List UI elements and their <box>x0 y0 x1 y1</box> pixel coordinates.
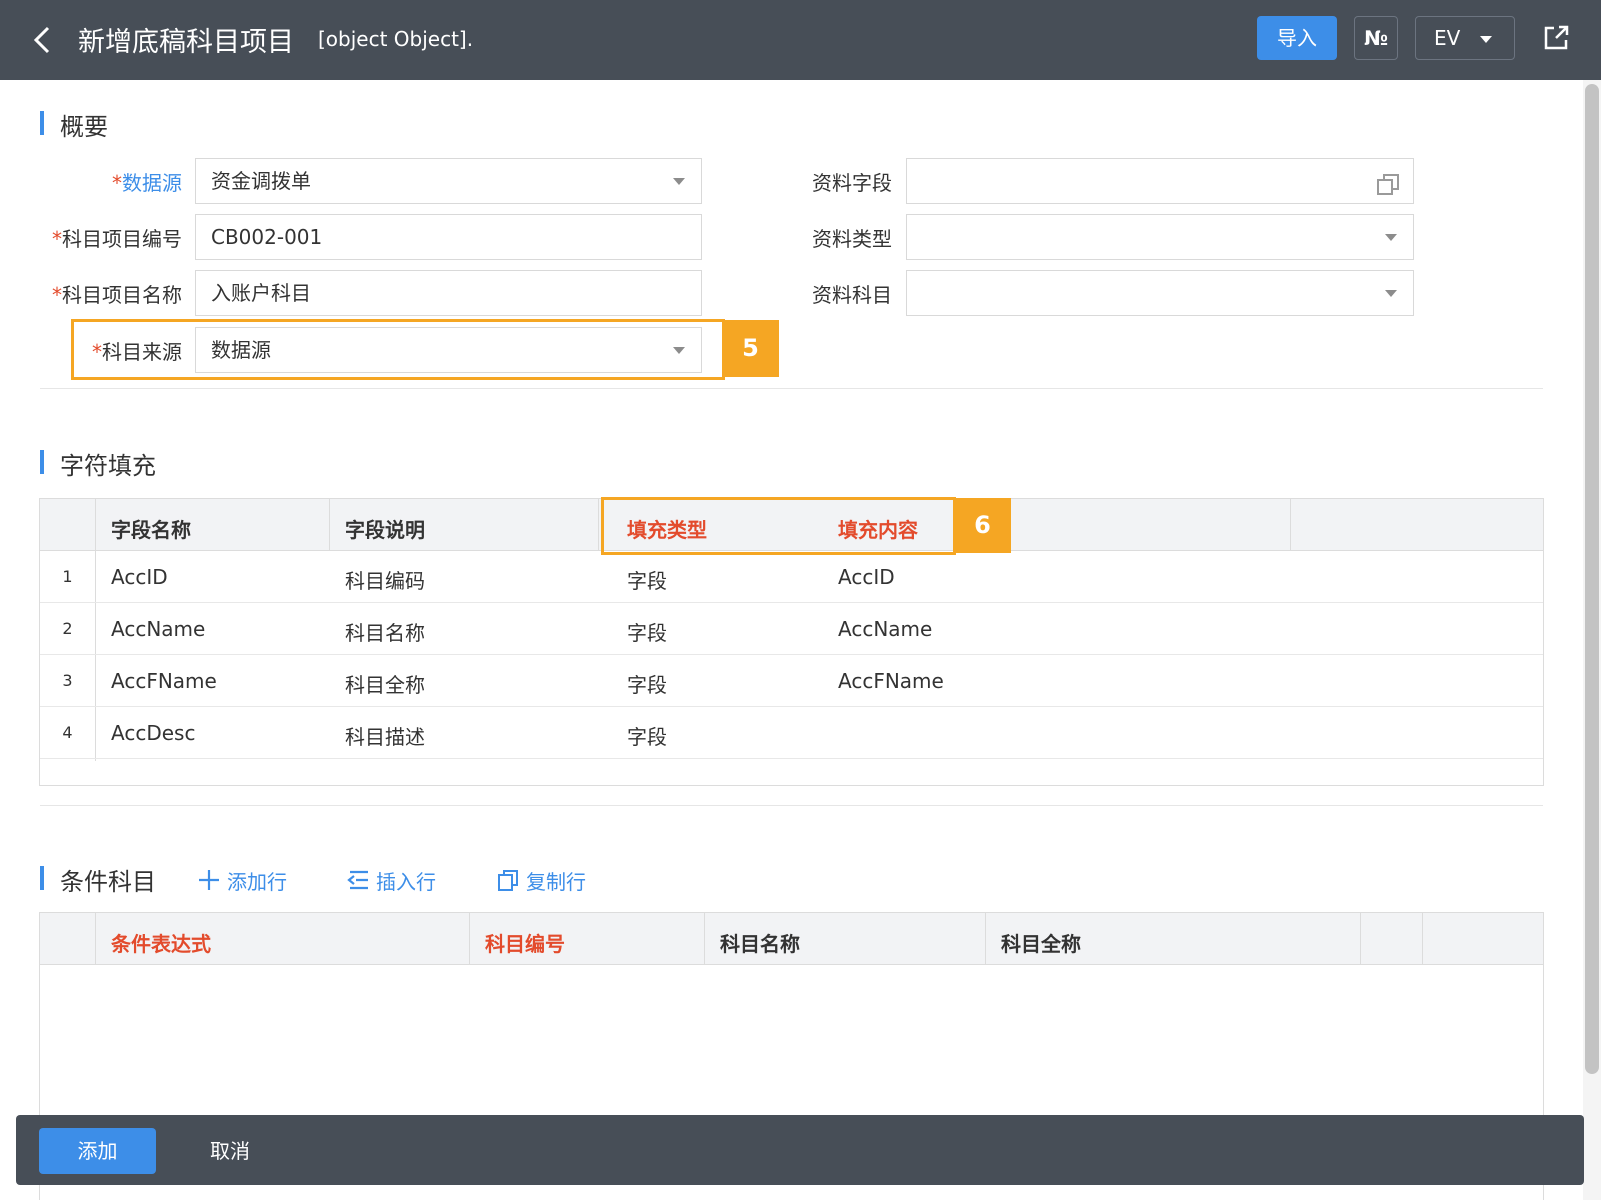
field-desc-cell[interactable]: 科目编码 <box>345 565 425 594</box>
fill-type-cell[interactable]: 字段 <box>627 669 667 698</box>
highlight-box-5 <box>71 319 725 380</box>
chevron-down-icon <box>1385 234 1397 241</box>
item-code-value: CB002-001 <box>211 225 323 249</box>
cancel-button[interactable]: 取消 <box>190 1128 270 1174</box>
annotation-tag-6: 6 <box>954 498 1011 553</box>
table-row[interactable]: 2 AccName 科目名称 字段 AccName <box>40 603 1543 655</box>
page-subtitle: [object Object]. <box>318 27 474 51</box>
item-code-input[interactable]: CB002-001 <box>195 214 702 260</box>
language-select[interactable]: EV <box>1415 16 1515 60</box>
scrollbar-thumb[interactable] <box>1585 84 1599 1074</box>
copy-row-button[interactable]: 复制行 <box>496 866 606 896</box>
share-icon[interactable] <box>1538 20 1574 56</box>
highlight-box-6 <box>601 497 956 555</box>
table-row[interactable]: 3 AccFName 科目全称 字段 AccFName <box>40 655 1543 707</box>
field-name-cell[interactable]: AccDesc <box>111 721 195 745</box>
fill-type-cell[interactable]: 字段 <box>627 617 667 646</box>
doc-type-label: 资料类型 <box>812 227 892 251</box>
fill-content-cell[interactable]: AccName <box>838 617 932 641</box>
doc-field-input[interactable] <box>906 158 1414 204</box>
insert-row-button[interactable]: 插入行 <box>346 866 456 896</box>
field-name-cell[interactable]: AccName <box>111 617 205 641</box>
column-header-field-name[interactable]: 字段名称 <box>111 514 191 543</box>
copy-row-label: 复制行 <box>526 870 586 894</box>
row-number: 2 <box>62 619 73 638</box>
column-header-subject-code[interactable]: 科目编号 <box>485 928 565 957</box>
section-divider <box>40 805 1543 806</box>
field-name-cell[interactable]: AccID <box>111 565 168 589</box>
column-header-condition-expr[interactable]: 条件表达式 <box>111 928 211 957</box>
fill-content-cell[interactable]: AccID <box>838 565 895 589</box>
fill-type-cell[interactable]: 字段 <box>627 721 667 750</box>
field-desc-cell[interactable]: 科目名称 <box>345 617 425 646</box>
section-title-condition: 条件科目 <box>40 862 156 897</box>
page-title: 新增底稿科目项目 <box>78 27 294 58</box>
section-title-overview: 概要 <box>40 107 108 142</box>
section-divider <box>40 388 1543 389</box>
item-name-value: 入账户科目 <box>211 281 311 305</box>
row-number: 3 <box>62 671 73 690</box>
copy-icon[interactable] <box>1375 169 1401 195</box>
column-header-subject-fullname[interactable]: 科目全称 <box>1001 928 1081 957</box>
field-desc-cell[interactable]: 科目描述 <box>345 721 425 750</box>
back-arrow-icon[interactable] <box>26 22 62 58</box>
language-label: EV <box>1434 26 1461 50</box>
column-header-field-desc[interactable]: 字段说明 <box>345 514 425 543</box>
insert-row-label: 插入行 <box>376 870 436 894</box>
add-row-button[interactable]: 添加行 <box>197 866 307 896</box>
add-button[interactable]: 添加 <box>39 1128 156 1174</box>
top-bar: 新增底稿科目项目 [object Object]. 导入 № EV <box>0 0 1601 80</box>
add-row-label: 添加行 <box>227 870 287 894</box>
numbering-button[interactable]: № <box>1354 16 1398 60</box>
insert-row-icon <box>347 870 368 890</box>
field-desc-cell[interactable]: 科目全称 <box>345 669 425 698</box>
item-code-label: *科目项目编号 <box>52 227 182 251</box>
chevron-down-icon <box>1385 290 1397 297</box>
plus-icon <box>199 870 219 890</box>
chevron-down-icon <box>1480 36 1492 43</box>
item-name-label: *科目项目名称 <box>52 283 182 307</box>
doc-subject-select[interactable] <box>906 270 1414 316</box>
datasource-select[interactable]: 资金调拨单 <box>195 158 702 204</box>
section-title-char-fill: 字符填充 <box>40 446 156 481</box>
datasource-label: *数据源 <box>112 171 182 195</box>
doc-subject-label: 资料科目 <box>812 283 892 307</box>
doc-field-label: 资料字段 <box>812 171 892 195</box>
field-name-cell[interactable]: AccFName <box>111 669 217 693</box>
import-button[interactable]: 导入 <box>1257 16 1337 60</box>
item-name-input[interactable]: 入账户科目 <box>195 270 702 316</box>
row-number: 4 <box>62 723 73 742</box>
annotation-tag-5: 5 <box>722 320 779 377</box>
fill-content-cell[interactable]: AccFName <box>838 669 944 693</box>
doc-type-select[interactable] <box>906 214 1414 260</box>
datasource-value: 资金调拨单 <box>211 169 311 193</box>
table-row[interactable]: 4 AccDesc 科目描述 字段 <box>40 707 1543 759</box>
column-header-subject-name[interactable]: 科目名称 <box>720 928 800 957</box>
fill-type-cell[interactable]: 字段 <box>627 565 667 594</box>
table-row[interactable]: 1 AccID 科目编码 字段 AccID <box>40 551 1543 603</box>
chevron-down-icon <box>673 178 685 185</box>
row-number: 1 <box>62 567 73 586</box>
copy-row-icon <box>498 870 518 891</box>
